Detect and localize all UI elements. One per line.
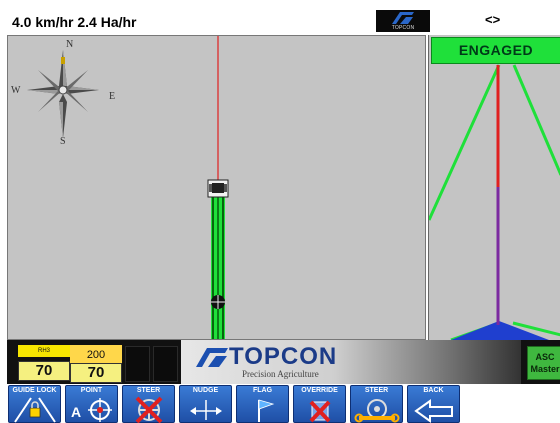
- flag-button[interactable]: FLAG: [236, 385, 289, 423]
- button-label: NUDGE: [192, 387, 219, 394]
- steer-engaged-status[interactable]: ENGAGED: [431, 37, 560, 64]
- section-indicator: [125, 346, 150, 382]
- implement-marker-icon: [211, 295, 225, 309]
- brand-name: TOPCON: [229, 343, 338, 370]
- back-arrow-icon: [414, 399, 453, 423]
- asc-label: ASC: [535, 352, 555, 362]
- guidance-console: 4.0 km/hr 2.4 Ha/hr TOPCON <> N S E W EN…: [0, 0, 560, 423]
- steer-off-button[interactable]: STEER: [122, 385, 175, 423]
- button-label: POINT: [80, 387, 103, 394]
- flag-icon: [258, 399, 275, 422]
- override-button[interactable]: OVERRIDE: [293, 385, 346, 423]
- point-letter: A: [71, 404, 81, 420]
- topcon-logo-icon: [196, 348, 228, 367]
- tractor-icon: [207, 179, 229, 198]
- field-map[interactable]: N S E W: [7, 35, 426, 340]
- coverage-swath: [211, 196, 225, 339]
- asc-sublabel: Master: [530, 364, 560, 374]
- button-label: BACK: [423, 387, 444, 394]
- nav-arrows-button[interactable]: <>: [485, 12, 500, 27]
- button-label: STEER: [364, 387, 389, 394]
- gauge-value: 70: [18, 361, 70, 381]
- gauge-label: RH3: [18, 345, 70, 357]
- button-label: FLAG: [252, 387, 273, 394]
- back-button[interactable]: BACK: [407, 385, 460, 423]
- steering-guide-canvas: [429, 64, 560, 340]
- nudge-button[interactable]: NUDGE: [179, 385, 232, 423]
- info-strip: RH3 70 200 70 TOPCON Precision Agricultu…: [7, 340, 560, 384]
- steering-guide-panel: ENGAGED: [428, 35, 560, 340]
- button-label: STEER: [136, 387, 161, 394]
- compass-north-label: N: [66, 39, 73, 50]
- button-label: OVERRIDE: [301, 387, 338, 394]
- gauge-section-2: 200 70: [70, 345, 122, 383]
- override-x-icon: [309, 400, 331, 423]
- topcon-logo-badge: TOPCON: [376, 10, 430, 32]
- button-label: GUIDE LOCK: [12, 387, 57, 394]
- gauge-label: 200: [70, 345, 122, 363]
- compass-east-label: E: [109, 91, 115, 102]
- topcon-logo-icon: [392, 12, 414, 24]
- steer-settings-button[interactable]: STEER: [350, 385, 403, 423]
- guide-lock-button[interactable]: GUIDE LOCK: [8, 385, 61, 423]
- point-a-button[interactable]: POINT A: [65, 385, 118, 423]
- compass-rose-icon: [27, 50, 99, 138]
- status-bar: 4.0 km/hr 2.4 Ha/hr TOPCON <>: [6, 9, 560, 34]
- map-canvas: N S E W: [11, 36, 229, 339]
- speed-area-readout: 4.0 km/hr 2.4 Ha/hr: [12, 14, 137, 30]
- guide-lock-icon: [14, 397, 56, 423]
- nudge-arrows-icon: [190, 400, 222, 420]
- asc-master-button[interactable]: ASC Master: [527, 346, 560, 380]
- brand-banner: TOPCON Precision Agriculture: [181, 340, 521, 384]
- section-indicators: [125, 346, 181, 382]
- gauge-value: 70: [70, 363, 122, 383]
- brand-tagline: Precision Agriculture: [242, 369, 319, 379]
- section-indicator: [153, 346, 178, 382]
- topcon-logo-caption: TOPCON: [391, 25, 415, 31]
- compass-south-label: S: [60, 136, 66, 147]
- toolbar: GUIDE LOCK POINT A STEER NUDGE FLAG OVER…: [8, 385, 560, 423]
- point-target-icon: A: [71, 398, 112, 422]
- gauge-section-1: RH3 70: [18, 345, 70, 383]
- steering-wheel-off-icon: [135, 396, 163, 423]
- steering-wrench-icon: [354, 399, 400, 423]
- compass-west-label: W: [11, 85, 21, 96]
